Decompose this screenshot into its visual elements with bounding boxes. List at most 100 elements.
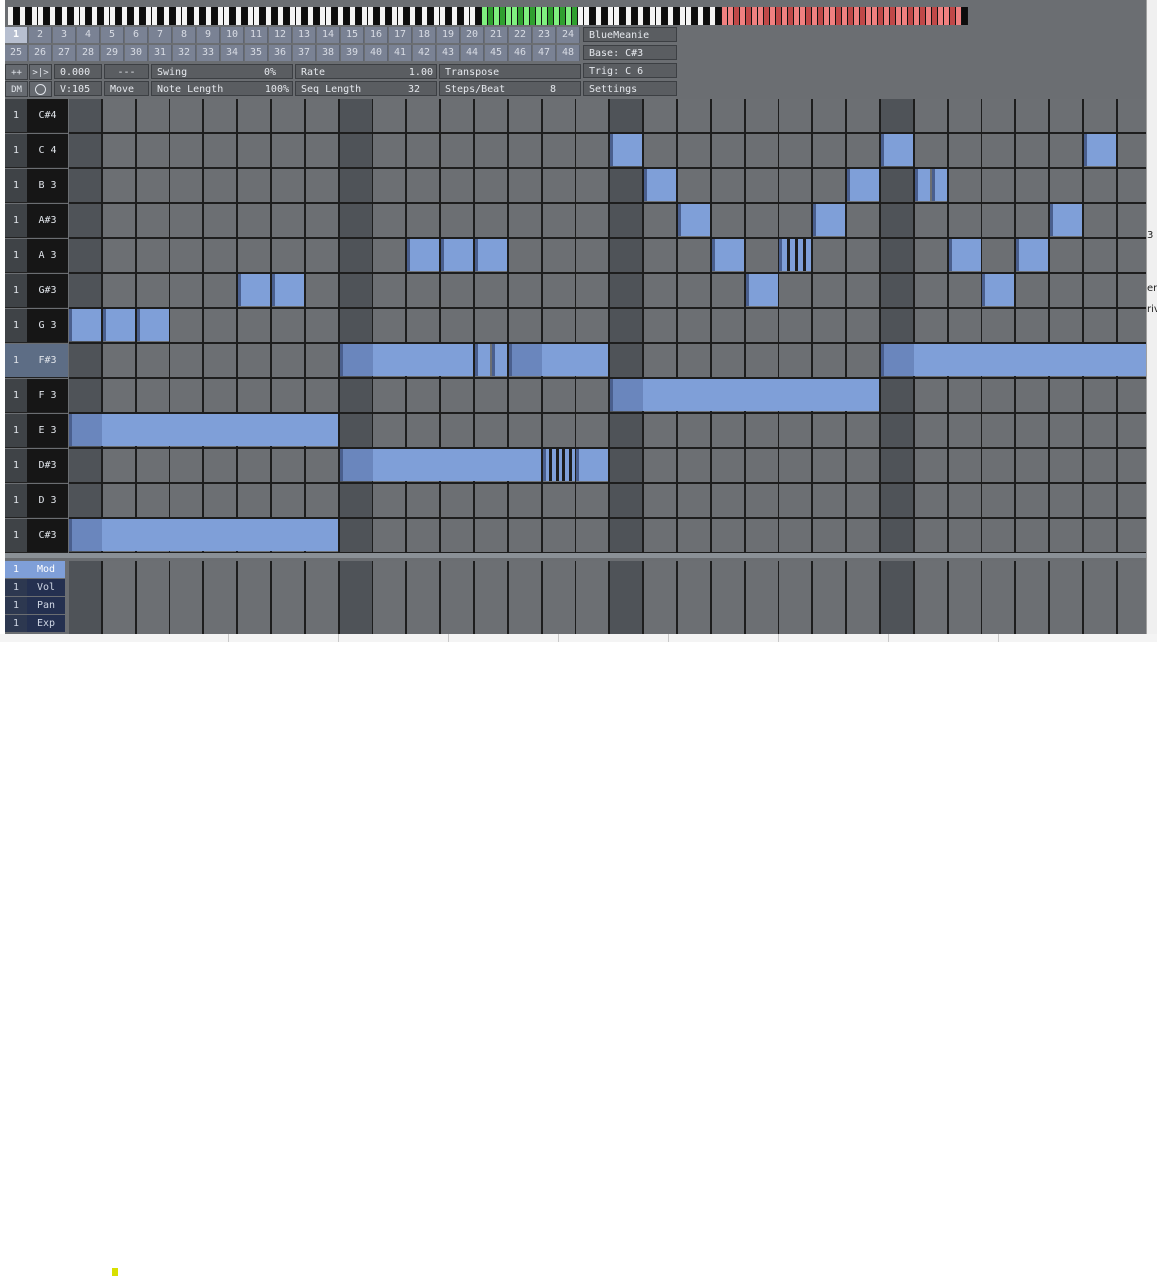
cc-step-cell[interactable] [949, 561, 983, 634]
pattern-button-17[interactable]: 17 [389, 27, 412, 43]
step-cell[interactable] [306, 99, 340, 134]
cc-step-cell[interactable] [441, 561, 475, 634]
step-cell[interactable] [779, 414, 813, 449]
row-label-D3[interactable]: 1 D#3 [5, 449, 68, 483]
pattern-button-3[interactable]: 3 [53, 27, 76, 43]
step-cell[interactable] [373, 239, 407, 274]
note-block[interactable] [69, 519, 338, 551]
step-cell[interactable] [982, 134, 1016, 169]
step-cell[interactable] [1084, 519, 1118, 554]
step-cell[interactable] [678, 309, 712, 344]
step-cell[interactable] [543, 204, 577, 239]
step-cell[interactable] [1050, 449, 1084, 484]
step-cell[interactable] [881, 484, 915, 519]
step-cell[interactable] [407, 169, 441, 204]
step-cell[interactable] [441, 204, 475, 239]
step-cell[interactable] [949, 99, 983, 134]
step-cell[interactable] [407, 309, 441, 344]
step-cell[interactable] [137, 239, 171, 274]
step-cell[interactable] [746, 344, 780, 379]
step-cell[interactable] [306, 309, 340, 344]
step-cell[interactable] [881, 379, 915, 414]
pattern-button-44[interactable]: 44 [461, 45, 484, 61]
step-cell[interactable] [103, 99, 137, 134]
cc-step-cell[interactable] [915, 561, 949, 634]
cc-step-cell[interactable] [543, 561, 577, 634]
note-block[interactable] [272, 274, 304, 306]
step-cell[interactable] [238, 309, 272, 344]
step-cell[interactable] [746, 519, 780, 554]
step-cell[interactable] [306, 274, 340, 309]
step-cell[interactable] [103, 134, 137, 169]
step-cell[interactable] [1118, 169, 1146, 204]
pattern-button-33[interactable]: 33 [197, 45, 220, 61]
record-button[interactable] [29, 81, 52, 97]
step-cell[interactable] [509, 484, 543, 519]
step-cell[interactable] [1016, 99, 1050, 134]
step-cell[interactable] [543, 134, 577, 169]
step-cell[interactable] [644, 344, 678, 379]
pattern-button-41[interactable]: 41 [389, 45, 412, 61]
step-cell[interactable] [1016, 274, 1050, 309]
step-cell[interactable] [949, 169, 983, 204]
pattern-button-48[interactable]: 48 [557, 45, 580, 61]
step-cell[interactable] [272, 484, 306, 519]
step-cell[interactable] [915, 484, 949, 519]
step-cell[interactable] [949, 379, 983, 414]
step-cell[interactable] [509, 239, 543, 274]
step-cell[interactable] [441, 99, 475, 134]
step-cell[interactable] [779, 134, 813, 169]
step-cell[interactable] [1118, 134, 1146, 169]
step-cell[interactable] [644, 519, 678, 554]
step-cell[interactable] [982, 239, 1016, 274]
step-cell[interactable] [779, 449, 813, 484]
step-cell[interactable] [373, 169, 407, 204]
step-cell[interactable] [915, 274, 949, 309]
cc-step-cell[interactable] [678, 561, 712, 634]
step-cell[interactable] [610, 309, 644, 344]
step-cell[interactable] [509, 99, 543, 134]
step-cell[interactable] [204, 239, 238, 274]
step-cell[interactable] [1016, 204, 1050, 239]
step-cell[interactable] [170, 484, 204, 519]
step-cell[interactable] [1118, 519, 1146, 554]
pattern-button-4[interactable]: 4 [77, 27, 100, 43]
step-cell[interactable] [1084, 449, 1118, 484]
step-cell[interactable] [1016, 379, 1050, 414]
step-cell[interactable] [915, 379, 949, 414]
note-block[interactable] [610, 379, 879, 411]
step-cell[interactable] [204, 484, 238, 519]
step-cell[interactable] [1016, 484, 1050, 519]
step-cell[interactable] [373, 414, 407, 449]
step-cell[interactable] [576, 379, 610, 414]
step-cell[interactable] [103, 274, 137, 309]
step-cell[interactable] [238, 169, 272, 204]
step-cell[interactable] [170, 309, 204, 344]
step-cell[interactable] [949, 204, 983, 239]
row-label-A3[interactable]: 1 A#3 [5, 204, 68, 238]
step-cell[interactable] [306, 449, 340, 484]
pattern-button-29[interactable]: 29 [101, 45, 124, 61]
step-cell[interactable] [678, 449, 712, 484]
step-cell[interactable] [137, 134, 171, 169]
step-cell[interactable] [272, 344, 306, 379]
step-cell[interactable] [373, 519, 407, 554]
step-cell[interactable] [1050, 239, 1084, 274]
step-cell[interactable] [881, 519, 915, 554]
step-cell[interactable] [306, 379, 340, 414]
pattern-button-36[interactable]: 36 [269, 45, 292, 61]
step-cell[interactable] [170, 379, 204, 414]
cc-step-cell[interactable] [373, 561, 407, 634]
step-cell[interactable] [69, 379, 103, 414]
piano-key[interactable] [962, 7, 968, 25]
note-block[interactable] [69, 414, 338, 446]
step-cell[interactable] [170, 344, 204, 379]
step-cell[interactable] [509, 414, 543, 449]
step-cell[interactable] [779, 274, 813, 309]
row-label-G3[interactable]: 1G 3 [5, 309, 68, 343]
step-cell[interactable] [340, 169, 374, 204]
move-button[interactable]: Move [104, 81, 149, 96]
step-cell[interactable] [441, 169, 475, 204]
step-cell[interactable] [69, 274, 103, 309]
step-cell[interactable] [712, 274, 746, 309]
